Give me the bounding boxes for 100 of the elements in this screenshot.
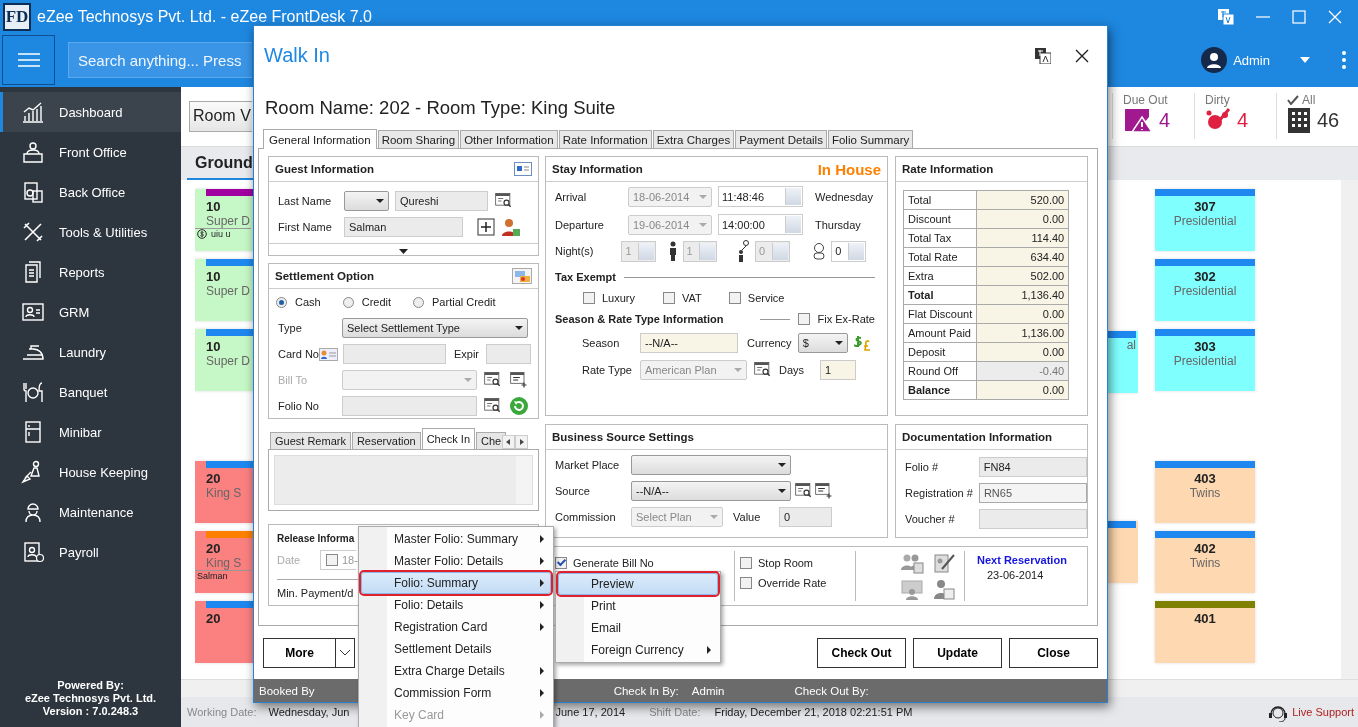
checkbox[interactable]	[740, 577, 752, 589]
menu-item[interactable]: Master Folio: Summary	[361, 528, 551, 550]
sidebar-item[interactable]: Front Office	[0, 132, 181, 172]
live-support-link[interactable]: Live Support	[1292, 706, 1354, 718]
radio-button[interactable]	[413, 296, 425, 308]
menu-item[interactable]: Foreign Currency	[558, 639, 718, 661]
sidebar-item[interactable]: Tools & Utilities	[0, 212, 181, 252]
calculator-icon	[21, 180, 45, 204]
text-field[interactable]	[978, 509, 1087, 529]
room-card[interactable]: 401	[1155, 600, 1255, 663]
text-field[interactable]: Qureshi	[395, 191, 488, 211]
scrollbar[interactable]	[1341, 179, 1358, 680]
sidebar-item[interactable]: House Keeping	[0, 452, 181, 492]
dropdown[interactable]: --N/A--	[631, 481, 791, 501]
value-field[interactable]: 0	[779, 507, 832, 527]
menu-item[interactable]: Folio: Details	[361, 594, 551, 616]
checkbox[interactable]	[728, 292, 741, 304]
sidebar-item[interactable]: Banquet	[0, 372, 181, 412]
dropdown[interactable]: Select Settlement Type	[342, 318, 528, 338]
sidebar-item[interactable]: Reports	[0, 252, 181, 292]
sidebar-item[interactable]: Maintenance	[0, 492, 181, 532]
text-field[interactable]	[342, 396, 477, 416]
tab[interactable]: Other Information	[460, 130, 558, 148]
tab[interactable]: Payment Details	[735, 130, 827, 148]
room-card[interactable]: 307 Presidential	[1155, 188, 1255, 251]
menu-item[interactable]: Settlement Details	[361, 638, 551, 660]
checkbox[interactable]	[583, 292, 595, 304]
room-card[interactable]: 10 Super D uiu u	[195, 188, 253, 251]
room-card[interactable]: 10 Super D	[195, 258, 253, 321]
room-card[interactable]: 20	[195, 600, 253, 663]
room-card[interactable]: al	[1108, 330, 1138, 393]
room-card[interactable]: 303 Presidential	[1155, 328, 1255, 391]
text-field[interactable]	[486, 344, 532, 364]
dialog-title: Walk In	[264, 44, 330, 67]
menu-item[interactable]: Master Folio: Details	[361, 550, 551, 572]
user-name[interactable]: Admin	[1233, 52, 1270, 68]
menu-item[interactable]: Print	[558, 595, 718, 617]
text-field[interactable]: Salman	[344, 217, 463, 237]
room-card[interactable]: 402 Twins	[1155, 530, 1255, 593]
menu-button[interactable]	[2, 35, 55, 85]
checkbox[interactable]	[797, 313, 810, 325]
radio-button[interactable]	[342, 296, 354, 308]
room-card[interactable]: 10 Super D	[195, 328, 253, 391]
dropdown[interactable]: $	[797, 332, 848, 353]
field-label: Rate Type	[582, 363, 633, 376]
menu-item[interactable]: Registration Card	[361, 616, 551, 638]
stat-count: 4	[1237, 108, 1249, 132]
field-label: Days	[779, 363, 805, 376]
menu-item[interactable]: Preview	[558, 573, 718, 595]
text-field[interactable]: 1	[820, 359, 857, 380]
menu-item[interactable]: Folio: Summary	[361, 572, 551, 594]
room-card[interactable]: 403 Twins	[1155, 460, 1255, 523]
checkbox-label: Fix Ex-Rate	[817, 313, 875, 325]
action-button[interactable]: Close	[1009, 638, 1098, 668]
spin-box[interactable]: 0	[831, 240, 867, 262]
text-field[interactable]: --N/A--	[640, 332, 738, 353]
tab[interactable]: Folio Summary	[827, 130, 914, 148]
stat-count: 4	[1159, 108, 1171, 132]
menu-item[interactable]: Commission Form	[361, 682, 551, 704]
text-field[interactable]: FN84	[978, 457, 1087, 477]
action-button[interactable]: Update	[913, 638, 1002, 668]
room-card[interactable]	[1108, 520, 1138, 583]
sidebar-item[interactable]: Laundry	[0, 332, 181, 372]
sidebar-item[interactable]: Dashboard	[0, 92, 181, 132]
sidebar-item[interactable]: Payroll	[0, 532, 181, 572]
room-number: 401	[1194, 610, 1216, 626]
action-button[interactable]: Check Out	[817, 638, 906, 668]
spin-box[interactable]: 14:00:00	[718, 214, 803, 235]
next-reservation-link[interactable]: Next Reservation	[977, 554, 1067, 566]
salutation-dropdown[interactable]	[344, 191, 389, 211]
checkbox[interactable]	[663, 292, 676, 304]
card-reader-icon	[318, 346, 338, 362]
room-card[interactable]: 20 King S Salman	[195, 530, 253, 593]
tab[interactable]: Guest Remark	[270, 432, 351, 449]
room-card[interactable]: 302 Presidential	[1155, 258, 1255, 321]
radio-button[interactable]	[276, 296, 287, 308]
checkbox[interactable]	[740, 557, 752, 569]
dropdown[interactable]	[631, 455, 791, 475]
field-label: Value	[733, 511, 762, 523]
tab[interactable]: Reservation	[351, 432, 421, 449]
sidebar-item[interactable]: GRM	[0, 292, 181, 332]
spin-box[interactable]: 11:48:46	[718, 186, 803, 207]
menu-item[interactable]: Email	[558, 617, 718, 639]
tab[interactable]: General Information	[263, 129, 377, 149]
search-field[interactable]: Search anything... Press	[68, 42, 252, 78]
tab[interactable]: Check In	[421, 428, 476, 449]
menu-item[interactable]: Extra Charge Details	[361, 660, 551, 682]
room-card[interactable]: 20 King S	[195, 460, 253, 523]
room-type: Super D	[206, 353, 251, 368]
checkbox[interactable]	[555, 557, 567, 569]
text-field[interactable]	[342, 344, 446, 364]
tab[interactable]: Room Sharing	[377, 130, 460, 148]
sidebar-item[interactable]: Back Office	[0, 172, 181, 212]
room-type: Presidential	[1173, 213, 1237, 228]
view-dropdown[interactable]: Room V	[189, 100, 252, 132]
id-card-icon	[514, 162, 532, 176]
sidebar-item[interactable]: Minibar	[0, 412, 181, 452]
tab[interactable]: Rate Information	[558, 130, 652, 148]
tab[interactable]: Extra Charges	[652, 130, 735, 148]
rate-value: 520.00	[976, 190, 1069, 210]
